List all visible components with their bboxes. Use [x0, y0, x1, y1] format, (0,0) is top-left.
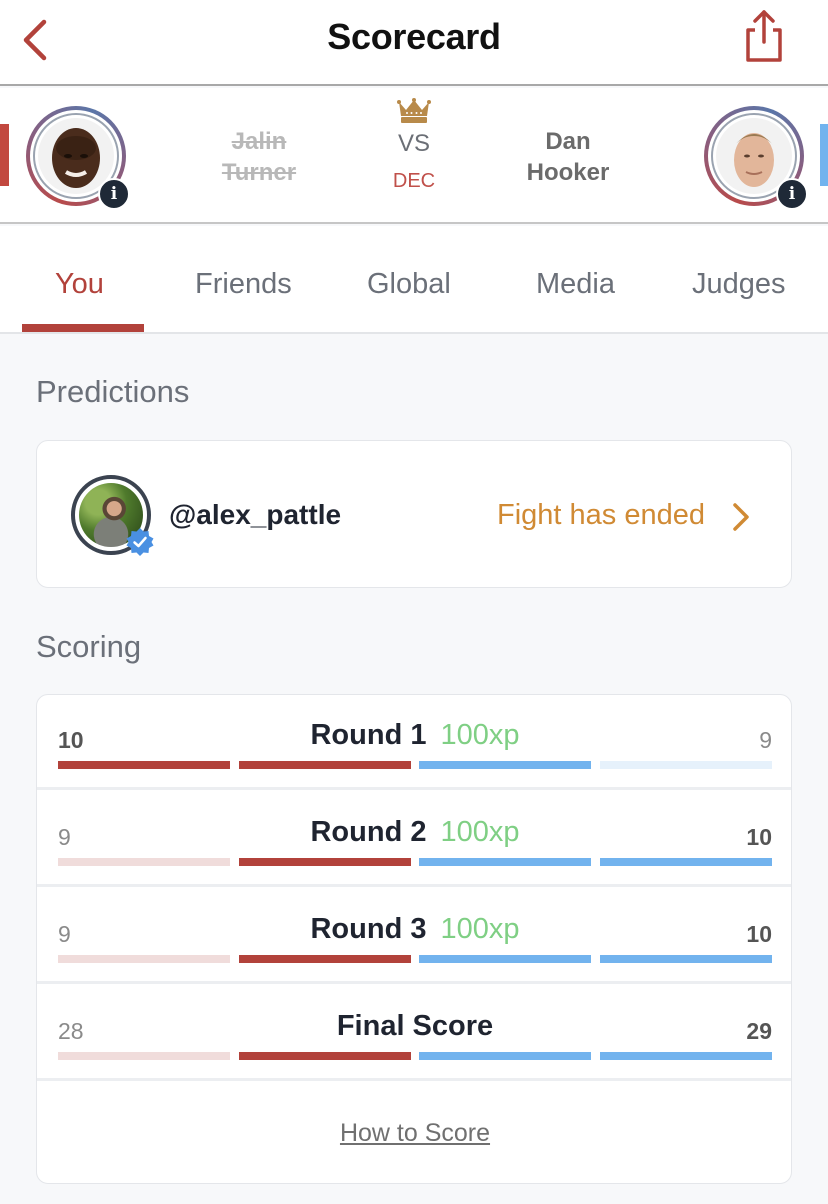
- score-bar-segment: [58, 761, 230, 769]
- score-bar-segment: [600, 761, 772, 769]
- score-bars: [58, 761, 772, 769]
- score-bar-segment: [239, 858, 411, 866]
- score-bar-segment: [600, 955, 772, 963]
- red-fighter-info-icon[interactable]: i: [98, 178, 130, 210]
- vs-label: VS: [397, 130, 430, 157]
- score-bar-segment: [419, 858, 591, 866]
- scoring-heading: Scoring: [36, 629, 142, 664]
- share-icon[interactable]: [740, 8, 788, 64]
- blue-corner-indicator: [820, 124, 828, 186]
- how-to-score-link[interactable]: How to Score: [37, 1119, 791, 1148]
- xp-earned: 100xp: [440, 913, 520, 945]
- scorecard-tabs: You Friends Global Media Judges: [0, 226, 828, 334]
- round-row[interactable]: 9 Round 2 100xp 10: [37, 792, 791, 887]
- score-bar-segment: [419, 761, 591, 769]
- red-corner-indicator: [0, 124, 9, 186]
- username: @alex_pattle: [169, 499, 342, 530]
- active-tab-indicator: [22, 324, 144, 332]
- blue-fighter-info-icon[interactable]: i: [776, 178, 808, 210]
- score-bars: [58, 858, 772, 866]
- fight-header: i Jalin Turner VS DEC Dan Hooker i: [0, 88, 828, 224]
- blue-score: 10: [746, 921, 772, 947]
- fight-result: VS DEC: [364, 98, 464, 193]
- blue-fighter-name: Dan Hooker: [526, 128, 610, 186]
- final-score-label: Final Score: [336, 1010, 494, 1042]
- blue-score: 9: [759, 727, 772, 753]
- blue-score: 10: [746, 824, 772, 850]
- user-avatar: [71, 475, 154, 556]
- tab-judges[interactable]: Judges: [692, 268, 786, 301]
- red-fighter-name: Jalin Turner: [221, 128, 297, 186]
- blue-final-score: 29: [746, 1018, 772, 1044]
- score-bars: [58, 955, 772, 963]
- round-row[interactable]: 10 Round 1 100xp 9: [37, 695, 791, 790]
- blue-fighter-avatar[interactable]: i: [704, 106, 808, 210]
- score-bar-segment: [239, 955, 411, 963]
- score-bar-segment: [239, 1052, 411, 1060]
- round-label: Round 3 100xp: [310, 913, 520, 945]
- xp-earned: 100xp: [440, 719, 520, 751]
- score-bar-segment: [58, 858, 230, 866]
- round-row[interactable]: 9 Round 3 100xp 10: [37, 889, 791, 984]
- xp-earned: 100xp: [440, 816, 520, 848]
- score-bars: [58, 1052, 772, 1060]
- score-bar-segment: [600, 1052, 772, 1060]
- win-method: DEC: [392, 170, 436, 192]
- round-label: Round 2 100xp: [310, 816, 520, 848]
- tab-media[interactable]: Media: [536, 268, 615, 301]
- score-bar-segment: [239, 761, 411, 769]
- round-label: Round 1 100xp: [310, 719, 520, 751]
- red-fighter-avatar[interactable]: i: [26, 106, 130, 210]
- prediction-status: Fight has ended: [497, 499, 705, 531]
- predictions-heading: Predictions: [36, 374, 190, 409]
- chevron-right-icon: [733, 503, 749, 531]
- score-bar-segment: [58, 955, 230, 963]
- how-to-score-row: How to Score: [37, 1083, 791, 1183]
- final-score-row: 28 Final Score 29: [37, 986, 791, 1081]
- tab-friends[interactable]: Friends: [195, 268, 292, 301]
- tab-global[interactable]: Global: [367, 268, 451, 301]
- prediction-card[interactable]: @alex_pattle Fight has ended: [36, 440, 792, 588]
- score-bar-segment: [419, 955, 591, 963]
- scoring-card: 10 Round 1 100xp 9 9 Round 2 100xp 10 9 Ro…: [36, 694, 792, 1184]
- page-title: Scorecard: [327, 16, 501, 57]
- score-bar-segment: [419, 1052, 591, 1060]
- top-navigation-bar: Scorecard: [0, 0, 828, 86]
- verified-badge-icon: [126, 528, 154, 556]
- score-bar-segment: [58, 1052, 230, 1060]
- crown-icon: [397, 98, 431, 123]
- score-bar-segment: [600, 858, 772, 866]
- tab-you[interactable]: You: [55, 268, 104, 301]
